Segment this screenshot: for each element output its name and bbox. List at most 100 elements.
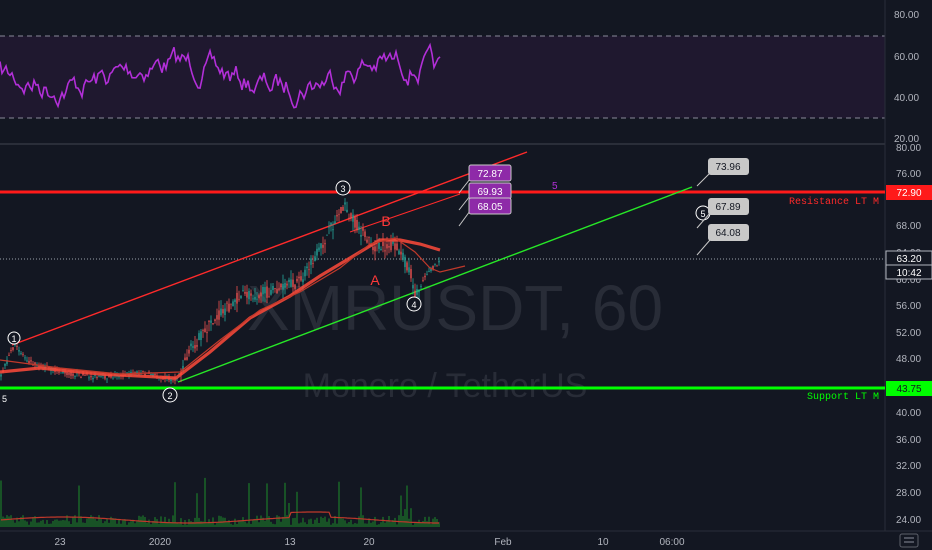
volume-bar (96, 520, 98, 527)
rsi-pane[interactable] (0, 35, 885, 119)
volume-bar (314, 519, 316, 527)
price-tick: 80.00 (896, 143, 921, 154)
svg-text:72.90: 72.90 (896, 188, 921, 199)
wave-2[interactable]: 2 (162, 387, 178, 403)
wave-2-label: 2 (167, 391, 172, 401)
wave-a-label: A (370, 272, 380, 288)
volume-bar (122, 519, 124, 527)
volume-bar (104, 521, 106, 527)
volume-bar (172, 515, 174, 527)
volume-bar (98, 515, 100, 527)
last-price-tag[interactable]: 63.20 (885, 250, 932, 267)
gray-target-3: 64.08 (715, 228, 740, 239)
volume-bar (390, 522, 392, 527)
candle-body (310, 258, 312, 265)
candle-body (326, 234, 328, 236)
candle-body (388, 246, 390, 248)
candle-body (190, 343, 192, 347)
volume-bar (300, 522, 302, 527)
candle-body (362, 228, 364, 231)
candle-body (284, 282, 286, 288)
candle-body (420, 286, 422, 287)
candle-body (10, 350, 12, 351)
volume-bar (264, 520, 266, 527)
candle-body (356, 220, 358, 231)
trading-chart[interactable]: XMRUSDT, 60 Monero / TetherUS Resistance… (0, 0, 932, 550)
volume-bar (346, 523, 348, 527)
volume-bar (210, 522, 212, 527)
wave-3[interactable]: 3 (335, 180, 351, 196)
candle-body (94, 375, 96, 376)
volume-bar (242, 517, 244, 527)
candle-body (412, 285, 414, 289)
candle-body (234, 299, 236, 302)
candle-body (28, 360, 30, 364)
candle-body (418, 289, 420, 293)
candle-body (276, 288, 278, 294)
candle-body (302, 279, 304, 283)
candle-body (16, 346, 18, 347)
volume-bar (408, 518, 410, 527)
candle-body (264, 287, 266, 294)
wave-1[interactable]: 1 (7, 331, 21, 345)
candle-body (214, 319, 216, 321)
price-tick: 28.00 (896, 488, 921, 499)
volume-bar (146, 522, 148, 527)
volume-bar (84, 522, 86, 527)
wave-5-projection[interactable]: 5 (695, 205, 711, 221)
volume-bar (290, 524, 292, 527)
svg-text:43.75: 43.75 (896, 384, 921, 395)
wave-1-label: 1 (11, 334, 16, 344)
volume-bar (426, 521, 428, 527)
volume-bar (352, 524, 354, 527)
volume-bar (298, 523, 300, 527)
candle-body (142, 371, 144, 372)
volume-bar (358, 516, 360, 527)
candle-body (58, 371, 60, 373)
volume-bar (276, 515, 278, 527)
candle-body (394, 243, 396, 250)
candle-body (330, 222, 332, 225)
candle-body (436, 265, 438, 267)
volume-bar (350, 519, 352, 527)
candle-body (406, 262, 408, 271)
candle-body (126, 372, 128, 374)
candle-body (312, 263, 314, 264)
volume-bar (52, 521, 54, 527)
candle-body (404, 256, 406, 268)
candle-body (24, 357, 26, 359)
candle-body (244, 292, 246, 294)
candle-body (428, 271, 430, 272)
candle-body (22, 354, 24, 355)
volume-bar (234, 518, 236, 527)
time-tick: 20 (363, 537, 375, 548)
gray-target-2: 67.89 (715, 202, 740, 213)
candle-body (332, 229, 334, 231)
candle-body (184, 357, 186, 361)
candle-body (92, 378, 94, 380)
candle-body (236, 292, 238, 304)
candle-body (202, 330, 204, 331)
price-tick: 48.00 (896, 354, 921, 365)
volume-bar (156, 519, 158, 527)
volume-bar (236, 524, 238, 527)
volume-bar (272, 523, 274, 527)
candle-body (240, 295, 242, 298)
volume-bar (136, 520, 138, 527)
volume-bar (414, 522, 416, 527)
price-scale-icon[interactable] (899, 533, 919, 548)
candle-body (396, 243, 398, 251)
candle-body (414, 290, 416, 298)
candle-body (268, 296, 270, 298)
volume-bar (374, 516, 376, 527)
resistance-price-tag[interactable]: 72.90 (886, 185, 932, 200)
last-price: 63.20 (896, 254, 921, 265)
time-tick: 23 (54, 537, 66, 548)
candle-body (88, 377, 90, 379)
wave-4[interactable]: 4 (406, 296, 422, 312)
support-price-tag[interactable]: 43.75 (886, 381, 932, 396)
volume-bar (372, 521, 374, 527)
candle-body (218, 310, 220, 320)
candle-body (248, 291, 250, 300)
volume-bar (6, 515, 8, 527)
